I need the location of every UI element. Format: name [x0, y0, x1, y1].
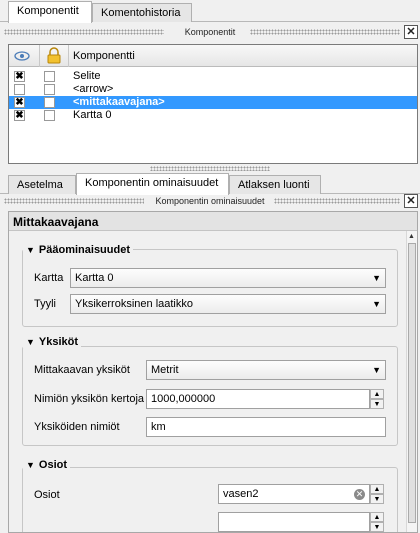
- dock-grip: [4, 198, 144, 204]
- group-title: Pääominaisuudet: [38, 244, 130, 256]
- map-combobox[interactable]: Kartta 0 ▼: [70, 268, 386, 288]
- eye-icon: [14, 51, 30, 61]
- collapse-icon: ▼: [26, 460, 35, 470]
- lock-checkbox[interactable]: [44, 110, 55, 121]
- list-item[interactable]: <arrow>: [9, 83, 417, 96]
- close-icon[interactable]: ✕: [404, 194, 418, 208]
- bottom-tabbar: Asetelma Komponentin ominaisuudet Atlaks…: [0, 172, 420, 195]
- visible-checkbox[interactable]: [14, 84, 25, 95]
- spin-value: vasen2: [223, 488, 259, 500]
- units-header[interactable]: ▼ Yksiköt: [23, 336, 82, 348]
- list-item[interactable]: ✖ Kartta 0: [9, 109, 417, 122]
- lock-checkbox[interactable]: [44, 97, 55, 108]
- dock-grip: [4, 29, 164, 35]
- label-multiplier-spinbox[interactable]: 1000,000000: [146, 389, 370, 409]
- item-label: Selite: [73, 70, 101, 82]
- main-properties-header[interactable]: ▼ Pääominaisuudet: [23, 244, 133, 256]
- group-title: Osiot: [38, 459, 68, 471]
- scale-units-label: Mittakaavan yksiköt: [34, 364, 130, 376]
- group-title: Yksiköt: [38, 336, 79, 348]
- item-type-title: Mittakaavajana: [9, 212, 417, 231]
- label-multiplier-label: Nimiön yksikön kertoja: [34, 393, 145, 405]
- visible-checkbox[interactable]: ✖: [14, 97, 25, 108]
- lock-column[interactable]: [40, 45, 69, 67]
- segments-right-spinbox[interactable]: [218, 512, 370, 532]
- dock-grip: [250, 29, 400, 35]
- combo-value: Yksikerroksinen laatikko: [75, 298, 193, 310]
- spin-down-icon[interactable]: ▼: [370, 494, 384, 504]
- item-label: Kartta 0: [73, 109, 112, 121]
- visibility-column[interactable]: [9, 45, 40, 67]
- vertical-scrollbar[interactable]: ▲: [406, 231, 417, 532]
- lock-checkbox[interactable]: [44, 84, 55, 95]
- list-item-selected[interactable]: ✖ <mittakaavajana>: [9, 96, 417, 109]
- map-label: Kartta: [34, 272, 64, 284]
- combo-value: Metrit: [151, 364, 179, 376]
- lock-icon: [47, 47, 61, 64]
- spin-up-icon[interactable]: ▲: [370, 484, 384, 494]
- tab-komentohistoria[interactable]: Komentohistoria: [92, 3, 192, 22]
- items-dock-titlebar[interactable]: Komponentit ✕: [0, 23, 420, 41]
- splitter-handle[interactable]: [150, 166, 270, 171]
- item-label: <arrow>: [73, 83, 114, 95]
- visible-checkbox[interactable]: ✖: [14, 110, 25, 121]
- items-dock-title: Komponentit: [178, 27, 242, 37]
- spin-buttons[interactable]: ▲ ▼: [370, 512, 384, 532]
- properties-panel: Mittakaavajana ▲ ▼ Pääominaisuudet Kartta…: [8, 211, 418, 533]
- segments-label: Osiot: [34, 489, 60, 501]
- chevron-down-icon: ▼: [372, 299, 381, 309]
- chevron-down-icon: ▼: [372, 365, 381, 375]
- visible-checkbox[interactable]: ✖: [14, 71, 25, 82]
- list-item[interactable]: ✖ Selite: [9, 70, 417, 83]
- props-dock-title: Komponentin ominaisuudet: [149, 196, 271, 206]
- spin-down-icon[interactable]: ▼: [370, 399, 384, 409]
- list-header: Komponentti: [9, 45, 417, 67]
- style-combobox[interactable]: Yksikerroksinen laatikko ▼: [70, 294, 386, 314]
- style-label: Tyyli: [34, 298, 56, 310]
- column-komponentti[interactable]: Komponentti: [69, 45, 417, 67]
- segments-left-spinbox[interactable]: vasen2 ✕: [218, 484, 370, 504]
- spin-up-icon[interactable]: ▲: [370, 512, 384, 522]
- tab-komponentit[interactable]: Komponentit: [8, 1, 92, 23]
- spin-buttons[interactable]: ▲ ▼: [370, 484, 384, 504]
- dock-grip: [274, 198, 400, 204]
- scroll-up-icon[interactable]: ▲: [408, 233, 415, 240]
- props-dock-titlebar[interactable]: Komponentin ominaisuudet ✕: [0, 192, 420, 210]
- unit-label-input[interactable]: km: [146, 417, 386, 437]
- close-icon[interactable]: ✕: [404, 25, 418, 39]
- spin-down-icon[interactable]: ▼: [370, 522, 384, 532]
- segments-header[interactable]: ▼ Osiot: [23, 459, 71, 471]
- collapse-icon: ▼: [26, 245, 35, 255]
- top-tabbar: Komponentit Komentohistoria: [0, 0, 420, 23]
- collapse-icon: ▼: [26, 337, 35, 347]
- spin-up-icon[interactable]: ▲: [370, 389, 384, 399]
- main-properties-group: [22, 249, 398, 327]
- item-label: <mittakaavajana>: [73, 96, 165, 108]
- combo-value: Kartta 0: [75, 272, 114, 284]
- lock-checkbox[interactable]: [44, 71, 55, 82]
- spin-buttons[interactable]: ▲ ▼: [370, 389, 384, 409]
- scale-units-combobox[interactable]: Metrit ▼: [146, 360, 386, 380]
- scrollbar-thumb[interactable]: [408, 243, 416, 523]
- unit-label-label: Yksiköiden nimiöt: [34, 421, 120, 433]
- chevron-down-icon: ▼: [372, 273, 381, 283]
- component-list[interactable]: Komponentti ✖ Selite <arrow> ✖ <mittakaa…: [8, 44, 418, 164]
- clear-icon[interactable]: ✕: [354, 489, 365, 500]
